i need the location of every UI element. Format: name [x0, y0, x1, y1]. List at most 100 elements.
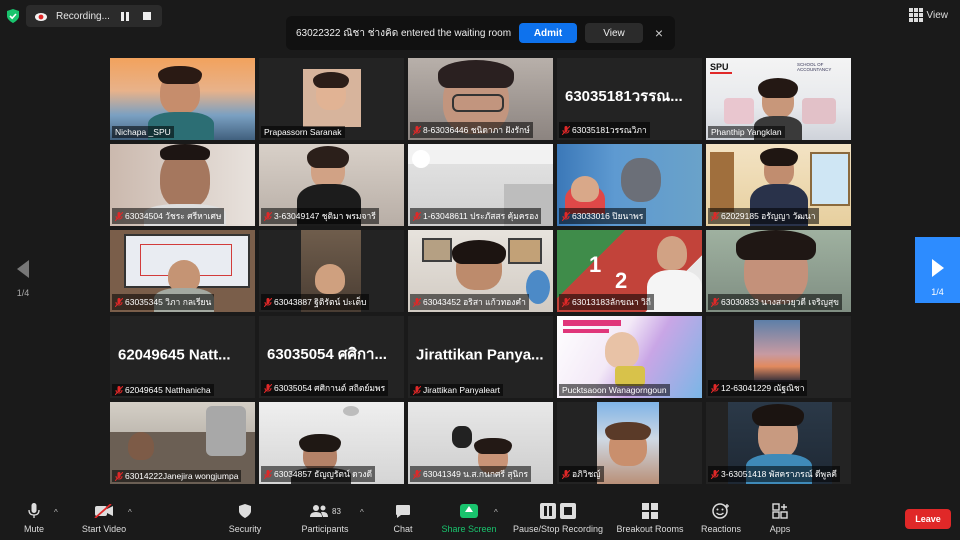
gallery-view: Nichapa _SPU Prapassorn Saranak 8-630364… [110, 58, 851, 484]
stop-recording-button[interactable] [140, 9, 154, 23]
previous-page-button[interactable]: 1/4 [12, 260, 34, 298]
security-button[interactable]: Security [225, 502, 265, 534]
participant-tile[interactable]: 63014222Janejira wongjumpa [110, 402, 255, 484]
participant-name-label: 63035181วรรณวิภา [559, 122, 650, 138]
participant-tile[interactable]: 63041349 น.ส.กนกศรี สุนิกร [408, 402, 553, 484]
participant-name-label: Phanthip Yangklan [708, 126, 785, 138]
participant-name-label: 63034857 ธัญญรัตน์ ดวงดี [261, 466, 376, 482]
participants-button[interactable]: 83 Participants [298, 502, 352, 534]
share-screen-label: Share Screen [441, 524, 497, 534]
start-video-button[interactable]: Start Video [78, 502, 130, 534]
participant-tile[interactable]: 3-63051418 พัสคราภรณ์ ดีพูลคี [706, 402, 851, 484]
breakout-rooms-label: Breakout Rooms [616, 524, 684, 534]
mic-muted-icon [711, 383, 719, 393]
school-logo-text: SCHOOL OF ACCOUNTANCY [797, 62, 832, 72]
mic-muted-icon [264, 297, 272, 307]
participant-name-label: 62049645 Natthanicha [112, 384, 214, 396]
mic-muted-icon [115, 471, 123, 481]
pause-stop-recording-button[interactable]: Pause/Stop Recording [510, 502, 606, 534]
participant-name-label: 63043452 อริสา แก้วทองคำ [410, 294, 529, 310]
participant-name-label: 63013183ลักขณา วิถี [559, 294, 654, 310]
participant-name-label: อภิวิชญ์ [559, 466, 604, 482]
participant-name-label: 63034504 วัชระ ศรีหาเศษ [112, 208, 225, 224]
participant-tile[interactable]: 63035054 ศศิกา... 63035054 ศศิกานต์ สถิต… [259, 316, 404, 398]
mute-label: Mute [23, 524, 44, 534]
participant-name-label: 63035054 ศศิกานต์ สถิตย์มพร [261, 380, 389, 396]
mic-muted-icon [264, 211, 272, 221]
participant-tile[interactable]: 63043887 ฐิติรัตน์ ปะเต็บ [259, 230, 404, 312]
participants-count: 83 [332, 506, 341, 516]
recording-indicator: Recording... [26, 5, 162, 27]
participant-name-label: 63033016 ปิยนาพร [559, 208, 647, 224]
view-waiting-room-button[interactable]: View [585, 23, 643, 43]
reactions-label: Reactions [700, 524, 742, 534]
pause-recording-button[interactable] [118, 9, 132, 23]
mic-muted-icon [711, 211, 719, 221]
participant-tile[interactable]: 1-63048611 ประภัสสร คุ้มครอง [408, 144, 553, 226]
pause-stop-recording-label: Pause/Stop Recording [512, 524, 604, 534]
chevron-left-icon [17, 260, 29, 278]
start-video-label: Start Video [81, 524, 127, 534]
breakout-rooms-button[interactable]: Breakout Rooms [614, 502, 686, 534]
participant-name-label: 62029185 อรัญญา วัฒนา [708, 208, 819, 224]
video-options-chevron-icon[interactable]: ^ [128, 508, 132, 517]
participant-display-name: 63035181วรรณ... [565, 88, 683, 106]
pause-recording-icon [540, 503, 556, 519]
participant-tile[interactable]: 63034504 วัชระ ศรีหาเศษ [110, 144, 255, 226]
participant-tile[interactable]: 12-63041229 ณัฐณิชา [706, 316, 851, 398]
participant-tile[interactable]: Jirattikan Panya... Jirattikan Panyalear… [408, 316, 553, 398]
leave-button[interactable]: Leave [905, 509, 951, 529]
participant-tile[interactable]: 63035181วรรณ... 63035181วรรณวิภา [557, 58, 702, 140]
apps-button[interactable]: Apps [764, 502, 796, 534]
chat-bubble-icon [396, 504, 410, 518]
mic-muted-icon [264, 469, 272, 479]
participant-name-label: Prapassorn Saranak [261, 126, 345, 138]
participant-tile[interactable]: 62029185 อรัญญา วัฒนา [706, 144, 851, 226]
participant-display-name: 62049645 Natt... [118, 346, 231, 364]
participant-name-label: 63043887 ฐิติรัตน์ ปะเต็บ [261, 294, 370, 310]
participant-name-label: 63035345 วิภา กลเรียน [112, 294, 215, 310]
apps-icon [772, 503, 788, 519]
stop-recording-icon [560, 503, 576, 519]
mic-muted-icon [264, 383, 272, 393]
next-page-button[interactable]: 1/4 [915, 237, 960, 303]
participant-tile[interactable]: Prapassorn Saranak [259, 58, 404, 140]
participant-tile-active-speaker[interactable]: SPU SCHOOL OF ACCOUNTANCY Phanthip Yangk… [706, 58, 851, 140]
security-shield-icon [239, 504, 251, 518]
participant-tile[interactable]: อภิวิชญ์ [557, 402, 702, 484]
audio-options-chevron-icon[interactable]: ^ [54, 508, 58, 517]
mic-muted-icon [115, 297, 123, 307]
participant-name-label: 8-63036446 ชนิดาภา ฝังรักษ์ [410, 122, 533, 138]
participant-tile[interactable]: Pucktsaoon Wanagorngoun [557, 316, 702, 398]
reactions-button[interactable]: Reactions [698, 502, 744, 534]
mic-muted-icon [562, 125, 570, 135]
participant-tile[interactable]: 63035345 วิภา กลเรียน [110, 230, 255, 312]
participant-tile[interactable]: 3-63049147 ชุติมา พรมจารี [259, 144, 404, 226]
mic-muted-icon [413, 125, 421, 135]
mute-button[interactable]: Mute [18, 502, 50, 534]
participant-tile[interactable]: 8-63036446 ชนิดาภา ฝังรักษ์ [408, 58, 553, 140]
participant-tile[interactable]: 63030833 นางสาวยุวดี เจริญสุข [706, 230, 851, 312]
view-menu-button[interactable]: View [908, 8, 948, 22]
chat-button[interactable]: Chat [388, 502, 418, 534]
participant-tile[interactable]: 63033016 ปิยนาพร [557, 144, 702, 226]
breakout-rooms-icon [642, 503, 658, 519]
participant-name-label: 3-63051418 พัสคราภรณ์ ดีพูลคี [708, 466, 840, 482]
participant-name-label: Jirattikan Panyaleart [410, 384, 504, 396]
participants-options-chevron-icon[interactable]: ^ [360, 508, 364, 517]
participant-name-label: 12-63041229 ณัฐณิชา [708, 380, 808, 396]
close-notification-icon[interactable]: × [653, 25, 665, 41]
mic-muted-icon [562, 297, 570, 307]
participant-tile[interactable]: Nichapa _SPU [110, 58, 255, 140]
shield-icon[interactable] [6, 8, 20, 24]
participant-tile[interactable]: 1 2 63013183ลักขณา วิถี [557, 230, 702, 312]
share-options-chevron-icon[interactable]: ^ [494, 508, 498, 517]
participant-tile[interactable]: 63043452 อริสา แก้วทองคำ [408, 230, 553, 312]
participant-tile[interactable]: 62049645 Natt... 62049645 Natthanicha [110, 316, 255, 398]
participant-tile[interactable]: 63034857 ธัญญรัตน์ ดวงดี [259, 402, 404, 484]
participant-name-label: Nichapa _SPU [112, 126, 174, 138]
video-off-icon [94, 504, 113, 518]
admit-button[interactable]: Admit [519, 23, 577, 43]
share-screen-button[interactable]: Share Screen [440, 502, 498, 534]
waiting-room-notification: 63022322 ณิชา ช่างคิด entered the waitin… [286, 16, 675, 50]
